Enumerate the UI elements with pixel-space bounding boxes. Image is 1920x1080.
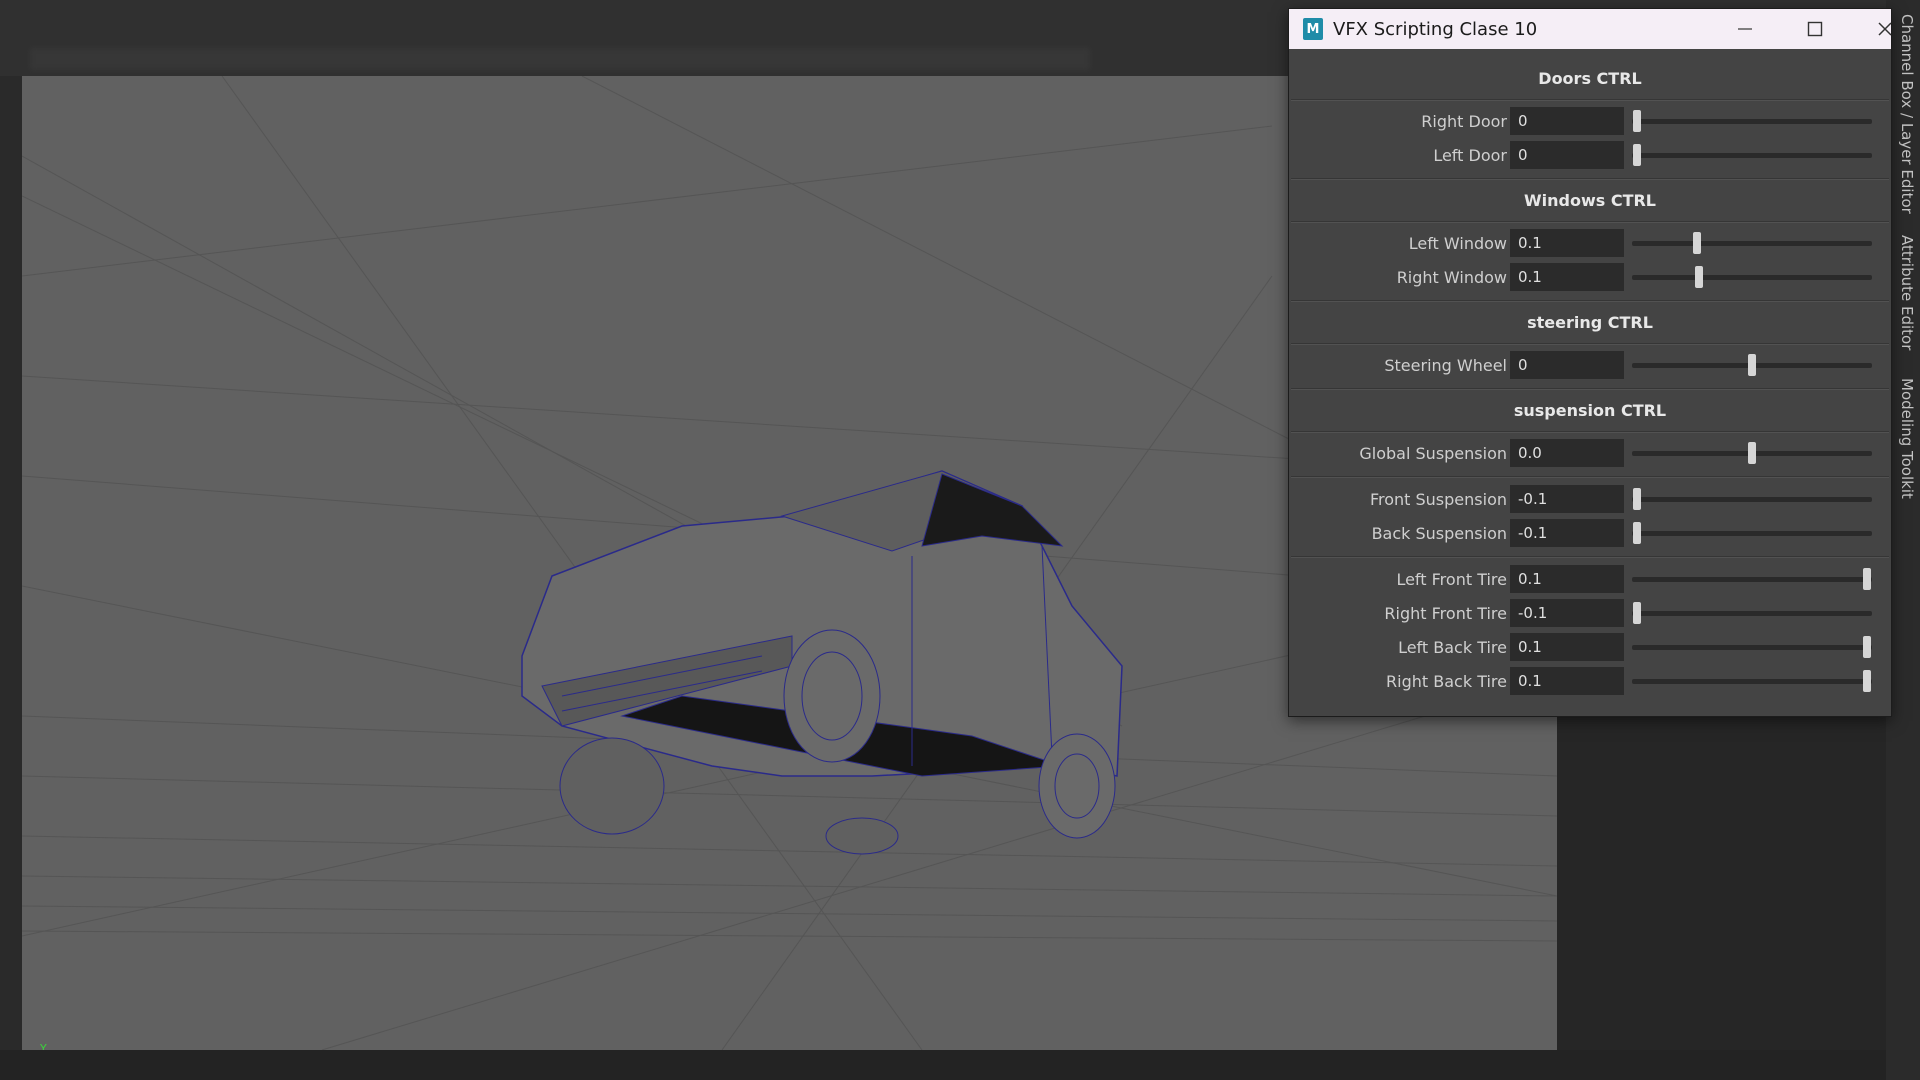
steering-wheel-label: Steering Wheel [1384, 356, 1507, 375]
minimize-icon [1738, 28, 1752, 30]
separator [1291, 476, 1889, 478]
maya-status-bar [0, 1050, 1920, 1080]
tab-modeling-toolkit[interactable]: Modeling Toolkit [1890, 378, 1916, 499]
control-left-door: Left Door 0 [1289, 141, 1891, 171]
right-window-label: Right Window [1396, 268, 1507, 287]
close-button[interactable] [1855, 9, 1915, 49]
maximize-button[interactable] [1785, 9, 1845, 49]
control-right-front-tire: Right Front Tire -0.1 [1289, 599, 1891, 629]
back-suspension-field[interactable]: -0.1 [1510, 519, 1624, 547]
back-suspension-slider-thumb[interactable] [1632, 522, 1641, 544]
control-back-suspension: Back Suspension -0.1 [1289, 519, 1891, 549]
section-suspension-header[interactable]: suspension CTRL [1289, 401, 1891, 420]
close-icon [1878, 22, 1892, 36]
tab-attribute-editor[interactable]: Attribute Editor [1890, 235, 1916, 350]
separator [1291, 388, 1889, 390]
left-back-tire-slider-track[interactable] [1632, 645, 1872, 650]
left-window-field[interactable]: 0.1 [1510, 229, 1624, 257]
global-suspension-field[interactable]: 0.0 [1510, 439, 1624, 467]
window-titlebar[interactable]: M VFX Scripting Clase 10 [1289, 9, 1892, 49]
right-back-tire-slider-track[interactable] [1632, 679, 1872, 684]
left-door-label: Left Door [1433, 146, 1507, 165]
window-title: VFX Scripting Clase 10 [1333, 18, 1538, 40]
maximize-icon [1807, 21, 1823, 37]
separator [1291, 221, 1889, 223]
control-left-window: Left Window 0.1 [1289, 229, 1891, 259]
right-front-tire-field[interactable]: -0.1 [1510, 599, 1624, 627]
separator [1291, 556, 1889, 558]
maya-left-toolbar [0, 76, 22, 1080]
separator [1291, 431, 1889, 433]
back-suspension-slider-track[interactable] [1632, 531, 1872, 536]
steering-wheel-field[interactable]: 0 [1510, 351, 1624, 379]
maya-app-icon: M [1303, 18, 1323, 40]
left-window-slider-thumb[interactable] [1692, 232, 1701, 254]
left-back-tire-label: Left Back Tire [1398, 638, 1507, 657]
control-right-door: Right Door 0 [1289, 107, 1891, 137]
front-suspension-slider-thumb[interactable] [1632, 488, 1641, 510]
left-back-tire-slider-thumb[interactable] [1863, 636, 1872, 658]
separator [1291, 178, 1889, 180]
separator [1291, 300, 1889, 302]
front-suspension-field[interactable]: -0.1 [1510, 485, 1624, 513]
right-back-tire-slider-thumb[interactable] [1863, 670, 1872, 692]
control-left-front-tire: Left Front Tire 0.1 [1289, 565, 1891, 595]
front-suspension-slider-track[interactable] [1632, 497, 1872, 502]
control-left-back-tire: Left Back Tire 0.1 [1289, 633, 1891, 663]
control-right-window: Right Window 0.1 [1289, 263, 1891, 293]
back-suspension-label: Back Suspension [1371, 524, 1507, 543]
right-front-tire-slider-track[interactable] [1632, 611, 1872, 616]
section-doors-header[interactable]: Doors CTRL [1289, 69, 1891, 88]
separator [1291, 99, 1889, 101]
right-door-label: Right Door [1421, 112, 1507, 131]
section-windows-header[interactable]: Windows CTRL [1289, 191, 1891, 210]
right-back-tire-field[interactable]: 0.1 [1510, 667, 1624, 695]
left-door-slider-track[interactable] [1632, 153, 1872, 158]
left-back-tire-field[interactable]: 0.1 [1510, 633, 1624, 661]
control-steering-wheel: Steering Wheel 0 [1289, 351, 1891, 381]
right-door-slider-thumb[interactable] [1632, 110, 1641, 132]
control-right-back-tire: Right Back Tire 0.1 [1289, 667, 1891, 697]
left-front-tire-slider-thumb[interactable] [1863, 568, 1872, 590]
steering-wheel-slider-thumb[interactable] [1748, 354, 1756, 376]
right-window-field[interactable]: 0.1 [1510, 263, 1624, 291]
minimize-button[interactable] [1715, 9, 1775, 49]
shelf-strip [30, 48, 1090, 70]
left-door-field[interactable]: 0 [1510, 141, 1624, 169]
right-door-slider-track[interactable] [1632, 119, 1872, 124]
right-front-tire-label: Right Front Tire [1384, 604, 1507, 623]
left-door-slider-thumb[interactable] [1632, 144, 1641, 166]
global-suspension-slider-thumb[interactable] [1748, 442, 1756, 464]
section-steering-header[interactable]: steering CTRL [1289, 313, 1891, 332]
global-suspension-label: Global Suspension [1359, 444, 1507, 463]
right-door-field[interactable]: 0 [1510, 107, 1624, 135]
right-window-slider-track[interactable] [1632, 275, 1872, 280]
left-front-tire-slider-track[interactable] [1632, 577, 1872, 582]
left-window-label: Left Window [1408, 234, 1507, 253]
window-content: Doors CTRL Right Door 0 Left Door 0 Wind… [1289, 49, 1891, 716]
control-global-suspension: Global Suspension 0.0 [1289, 439, 1891, 469]
front-suspension-label: Front Suspension [1369, 490, 1507, 509]
left-front-tire-field[interactable]: 0.1 [1510, 565, 1624, 593]
separator [1291, 343, 1889, 345]
vfx-scripting-window: M VFX Scripting Clase 10 Doors CTRL Righ… [1288, 8, 1892, 717]
right-front-tire-slider-thumb[interactable] [1632, 602, 1641, 624]
right-window-slider-thumb[interactable] [1695, 266, 1704, 288]
control-front-suspension: Front Suspension -0.1 [1289, 485, 1891, 515]
left-window-slider-track[interactable] [1632, 241, 1872, 246]
right-back-tire-label: Right Back Tire [1386, 672, 1507, 691]
left-front-tire-label: Left Front Tire [1396, 570, 1507, 589]
